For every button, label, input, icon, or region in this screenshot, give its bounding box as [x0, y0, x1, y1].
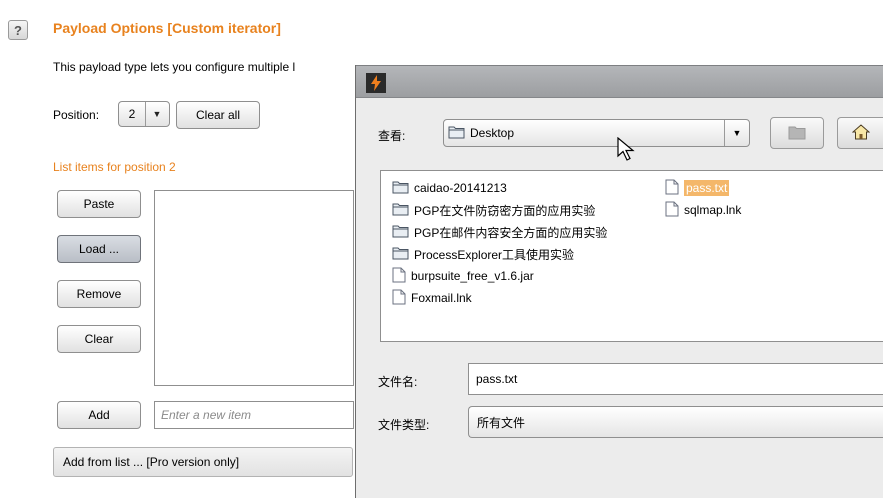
- list-item[interactable]: sqlmap.lnk: [662, 199, 744, 221]
- file-name: PGP在邮件内容安全方面的应用实验: [414, 225, 608, 240]
- list-item[interactable]: Foxmail.lnk: [389, 287, 610, 309]
- home-icon: [851, 123, 871, 143]
- file-name: PGP在文件防窃密方面的应用实验: [414, 203, 596, 218]
- help-icon[interactable]: ?: [8, 20, 28, 40]
- file-open-dialog: 查看: Desktop ▼ caidao-20141213 PGP在文件防窃密方: [355, 65, 883, 498]
- file-icon: [665, 201, 679, 220]
- file-name: sqlmap.lnk: [684, 203, 742, 217]
- add-from-list-select[interactable]: Add from list ... [Pro version only]: [53, 447, 353, 477]
- position-label: Position:: [53, 108, 100, 122]
- payload-description: This payload type lets you configure mul…: [53, 60, 296, 74]
- folder-icon: [392, 246, 409, 263]
- filename-label: 文件名:: [378, 375, 418, 389]
- clear-button[interactable]: Clear: [57, 325, 141, 353]
- paste-button[interactable]: Paste: [57, 190, 141, 218]
- list-item[interactable]: burpsuite_free_v1.6.jar: [389, 265, 610, 287]
- folder-icon: [392, 202, 409, 219]
- clear-all-button[interactable]: Clear all: [176, 101, 260, 129]
- list-item[interactable]: ProcessExplorer工具使用实验: [389, 243, 610, 265]
- file-icon: [665, 179, 679, 198]
- file-list-column-1: caidao-20141213 PGP在文件防窃密方面的应用实验 PGP在邮件内…: [389, 177, 610, 309]
- file-icon: [392, 289, 406, 308]
- remove-button[interactable]: Remove: [57, 280, 141, 308]
- up-folder-icon: [788, 124, 806, 143]
- look-in-label: 查看:: [378, 129, 406, 143]
- mouse-cursor-icon: [617, 136, 639, 166]
- chevron-down-icon[interactable]: ▼: [724, 120, 749, 146]
- position-value: 2: [128, 107, 136, 121]
- look-in-select[interactable]: Desktop ▼: [443, 119, 750, 147]
- folder-icon: [448, 125, 465, 142]
- list-item[interactable]: PGP在邮件内容安全方面的应用实验: [389, 221, 610, 243]
- file-name: burpsuite_free_v1.6.jar: [411, 269, 534, 283]
- file-name: ProcessExplorer工具使用实验: [414, 247, 575, 262]
- position-select[interactable]: 2 ▼: [118, 101, 170, 127]
- chevron-down-icon[interactable]: ▼: [145, 102, 168, 126]
- list-items-label: List items for position 2: [53, 160, 176, 174]
- list-item-selected[interactable]: pass.txt: [662, 177, 744, 199]
- look-in-value: Desktop: [470, 126, 515, 140]
- file-list-column-2: pass.txt sqlmap.lnk: [662, 177, 744, 221]
- payload-list[interactable]: [154, 190, 354, 386]
- load-button[interactable]: Load ...: [57, 235, 141, 263]
- up-folder-button[interactable]: [770, 117, 824, 149]
- list-item[interactable]: caidao-20141213: [389, 177, 610, 199]
- filetype-label: 文件类型:: [378, 418, 430, 432]
- filetype-select[interactable]: 所有文件: [468, 406, 883, 438]
- folder-icon: [392, 180, 409, 197]
- file-icon: [392, 267, 406, 286]
- section-title: Payload Options [Custom iterator]: [53, 20, 281, 36]
- file-name: caidao-20141213: [414, 181, 507, 195]
- file-name: pass.txt: [684, 180, 730, 196]
- add-button[interactable]: Add: [57, 401, 141, 429]
- filename-input[interactable]: pass.txt: [468, 363, 883, 395]
- new-item-input[interactable]: Enter a new item: [154, 401, 354, 429]
- home-button[interactable]: [837, 117, 883, 149]
- burp-logo-icon: [366, 73, 386, 93]
- folder-icon: [392, 224, 409, 241]
- file-list[interactable]: caidao-20141213 PGP在文件防窃密方面的应用实验 PGP在邮件内…: [380, 170, 883, 342]
- dialog-titlebar: [356, 65, 883, 98]
- list-item[interactable]: PGP在文件防窃密方面的应用实验: [389, 199, 610, 221]
- file-name: Foxmail.lnk: [411, 291, 472, 305]
